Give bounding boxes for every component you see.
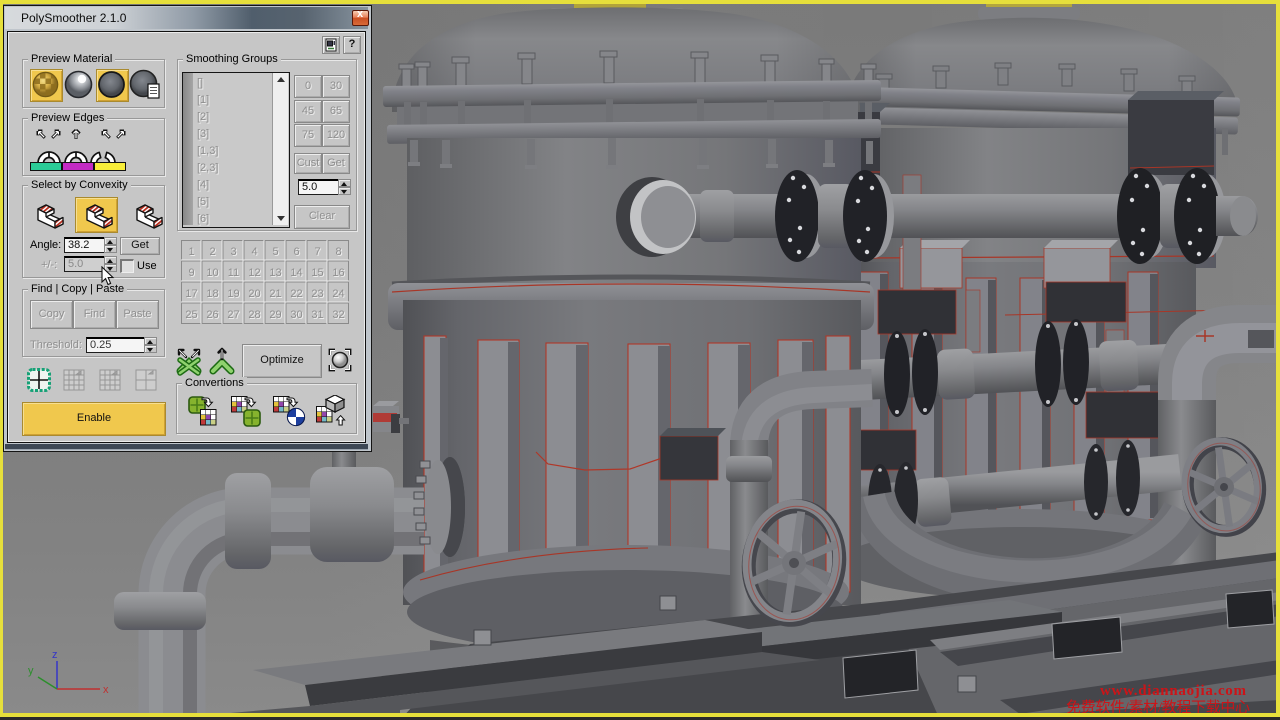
svg-text:3: 3 [230, 246, 236, 258]
svg-text:29: 29 [269, 309, 281, 321]
svg-text:1: 1 [188, 246, 194, 258]
svg-text:26: 26 [206, 309, 218, 321]
svg-text:18: 18 [206, 288, 218, 300]
svg-text:27: 27 [227, 309, 239, 321]
svg-text:7: 7 [314, 246, 320, 258]
svg-text:22: 22 [290, 288, 302, 300]
svg-text:y: y [28, 665, 34, 677]
svg-text:12: 12 [248, 267, 260, 279]
svg-text:9: 9 [188, 267, 194, 279]
svg-text:21: 21 [269, 288, 281, 300]
svg-text:17: 17 [185, 288, 197, 300]
svg-text:8: 8 [335, 246, 341, 258]
svg-text:14: 14 [290, 267, 302, 279]
svg-text:4: 4 [251, 246, 257, 258]
svg-text:19: 19 [227, 288, 239, 300]
svg-text:15: 15 [311, 267, 323, 279]
svg-text:32: 32 [332, 309, 344, 321]
svg-text:www.diannaojia.com: www.diannaojia.com [1100, 683, 1247, 699]
svg-text:10: 10 [206, 267, 218, 279]
svg-text:23: 23 [311, 288, 323, 300]
svg-text:z: z [52, 649, 58, 661]
svg-text:24: 24 [332, 288, 344, 300]
svg-text:2: 2 [209, 246, 215, 258]
svg-text:25: 25 [185, 309, 197, 321]
svg-text:6: 6 [293, 246, 299, 258]
svg-text:13: 13 [269, 267, 281, 279]
svg-text:5: 5 [272, 246, 278, 258]
svg-text:11: 11 [228, 267, 239, 279]
svg-text:16: 16 [332, 267, 344, 279]
svg-text:28: 28 [248, 309, 260, 321]
svg-text:31: 31 [311, 309, 323, 321]
svg-text:20: 20 [248, 288, 260, 300]
svg-text:x: x [103, 684, 109, 696]
svg-text:30: 30 [290, 309, 302, 321]
